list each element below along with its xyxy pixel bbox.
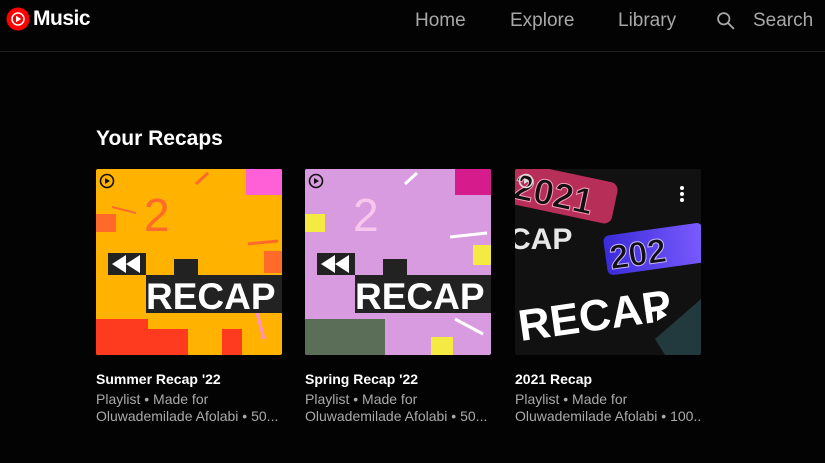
top-navigation-bar: Music Home Explore Library Search <box>0 0 825 52</box>
art-text: RECAP <box>355 276 485 317</box>
art-cap: CAP <box>515 223 572 256</box>
playlist-card-summer-recap[interactable]: 2 RECAP Summer Recap '22 Playlist • Made… <box>96 169 282 425</box>
card-title[interactable]: Spring Recap '22 <box>305 371 491 387</box>
card-subtitle-line1: Playlist • Made for <box>515 391 628 407</box>
card-subtitle-line1: Playlist • Made for <box>305 391 418 407</box>
card-title[interactable]: 2021 Recap <box>515 371 701 387</box>
card-subtitle-line2: Oluwademilade Afolabi • 50... <box>96 408 279 424</box>
summer-recap-artwork: 2 RECAP <box>96 169 282 355</box>
playlist-thumbnail[interactable]: 2021 202 CAP RECAP <box>515 169 701 355</box>
card-subtitle-line1: Playlist • Made for <box>96 391 209 407</box>
more-options-icon[interactable] <box>679 184 685 204</box>
playlist-thumbnail[interactable]: 2 RECAP <box>305 169 491 355</box>
playlist-card-2021-recap[interactable]: 2021 202 CAP RECAP 2021 Recap Playlist •… <box>515 169 701 425</box>
search-icon[interactable] <box>715 10 736 31</box>
nav-home[interactable]: Home <box>415 10 466 32</box>
card-subtitle-line2: Oluwademilade Afolabi • 100... <box>515 408 701 424</box>
youtube-music-logo[interactable]: Music <box>6 7 91 31</box>
logo-text: Music <box>33 7 91 30</box>
playlist-thumbnail[interactable]: 2 RECAP <box>96 169 282 355</box>
youtube-music-logo-icon <box>6 7 30 31</box>
art-number: 2 <box>353 189 379 241</box>
2021-recap-artwork: 2021 202 CAP RECAP <box>515 169 701 355</box>
nav-library[interactable]: Library <box>618 10 676 32</box>
nav-explore[interactable]: Explore <box>510 10 574 32</box>
art-year-short: 202 <box>607 232 668 278</box>
nav-search[interactable]: Search <box>753 10 813 32</box>
art-text: RECAP <box>146 276 276 317</box>
spring-recap-artwork: 2 RECAP <box>305 169 491 355</box>
playlist-card-spring-recap[interactable]: 2 RECAP Spring Recap '22 Playlist • Made… <box>305 169 491 425</box>
card-subtitle-line2: Oluwademilade Afolabi • 50... <box>305 408 488 424</box>
section-title: Your Recaps <box>96 127 223 150</box>
card-title[interactable]: Summer Recap '22 <box>96 371 282 387</box>
art-number: 2 <box>144 189 170 241</box>
